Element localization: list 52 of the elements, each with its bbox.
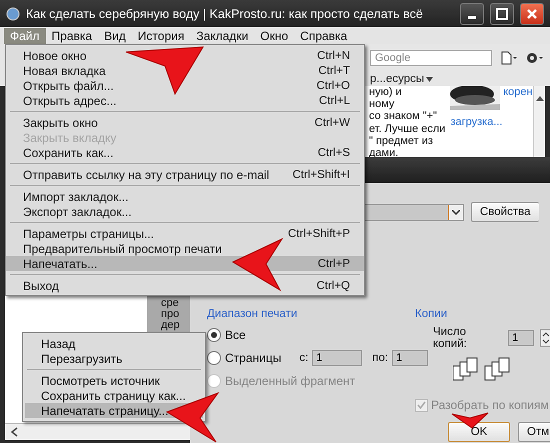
menu-item[interactable]: Выход Ctrl+Q: [6, 278, 364, 293]
menu-item[interactable]: Новая вкладка Ctrl+T: [6, 63, 364, 78]
menu-item[interactable]: Закладки: [190, 28, 254, 44]
menu-item[interactable]: Открыть файл... Ctrl+O: [6, 78, 364, 93]
checkbox-label: Разобрать по копиям: [431, 398, 549, 412]
article-text: ную) и: [369, 86, 403, 98]
menu-item[interactable]: Окно: [254, 28, 294, 44]
copies-label: Число копий:: [433, 326, 468, 350]
article-text: дами.: [369, 147, 400, 160]
menu-item[interactable]: Вид: [98, 28, 132, 44]
menu-item[interactable]: Параметры страницы... Ctrl+Shift+P: [6, 226, 364, 241]
to-field[interactable]: 1: [392, 350, 428, 366]
section-title: Диапазон печати: [207, 308, 298, 320]
window-title: Как сделать серебряную воду | KakProsto.ru: как просто сделать всё: [26, 6, 424, 20]
menu-item[interactable]: Отправить ссылку на эту страницу по e-mail Ctrl+Shift+I: [6, 167, 364, 182]
menu-item[interactable]: Назад: [25, 336, 203, 351]
sidebar-text: про: [161, 309, 180, 320]
section-title: Копии: [415, 308, 448, 320]
properties-button[interactable]: Свойства: [471, 202, 538, 222]
menu-item[interactable]: Правка: [46, 28, 98, 44]
from-label: с:: [299, 352, 308, 364]
cancel-button[interactable]: Отм: [518, 422, 550, 442]
menu-item[interactable]: Сохранить как... Ctrl+S: [6, 145, 364, 160]
menu-item[interactable]: Перезагрузить: [25, 351, 203, 366]
article-text: ному: [369, 98, 396, 110]
radio-label: Выделенный фрагмент: [225, 374, 356, 388]
article-link[interactable]: загрузка...: [450, 116, 504, 128]
menu-item[interactable]: Справка: [294, 28, 354, 44]
menu-item[interactable]: Сохранить страницу как...: [25, 388, 203, 403]
article-text: " предмет из: [369, 134, 434, 148]
radio-label: Все: [225, 328, 246, 342]
to-label: по:: [372, 352, 388, 364]
search-field[interactable]: Google: [370, 50, 492, 66]
menu-item[interactable]: Закрыть окно Ctrl+W: [6, 115, 364, 130]
menu-item[interactable]: Новое окно Ctrl+N: [6, 48, 364, 63]
menu-item[interactable]: Посмотреть источник: [25, 373, 203, 388]
menu-item[interactable]: Импорт закладок...: [6, 189, 364, 204]
menu-item[interactable]: История: [132, 28, 190, 44]
menu-item[interactable]: Экспорт закладок...: [6, 204, 364, 219]
article-link[interactable]: корен: [503, 86, 534, 98]
menu-item[interactable]: Напечатать... Ctrl+P: [6, 256, 364, 271]
sidebar-text: дер: [161, 320, 181, 331]
copies-field[interactable]: 1: [508, 330, 534, 346]
ok-button[interactable]: OK: [448, 422, 510, 442]
article-text: со знаком "+": [369, 110, 438, 123]
menu-item[interactable]: Открыть адрес... Ctrl+L: [6, 93, 364, 108]
bookmark-item[interactable]: р...есурсы: [370, 73, 434, 85]
sidebar-text: сре: [161, 298, 180, 309]
from-field[interactable]: 1: [312, 350, 362, 366]
article-text: ет. Лучше если: [369, 122, 446, 135]
radio-label: Страницы: [225, 351, 282, 365]
menu-item[interactable]: Предварительный просмотр печати: [6, 241, 364, 256]
